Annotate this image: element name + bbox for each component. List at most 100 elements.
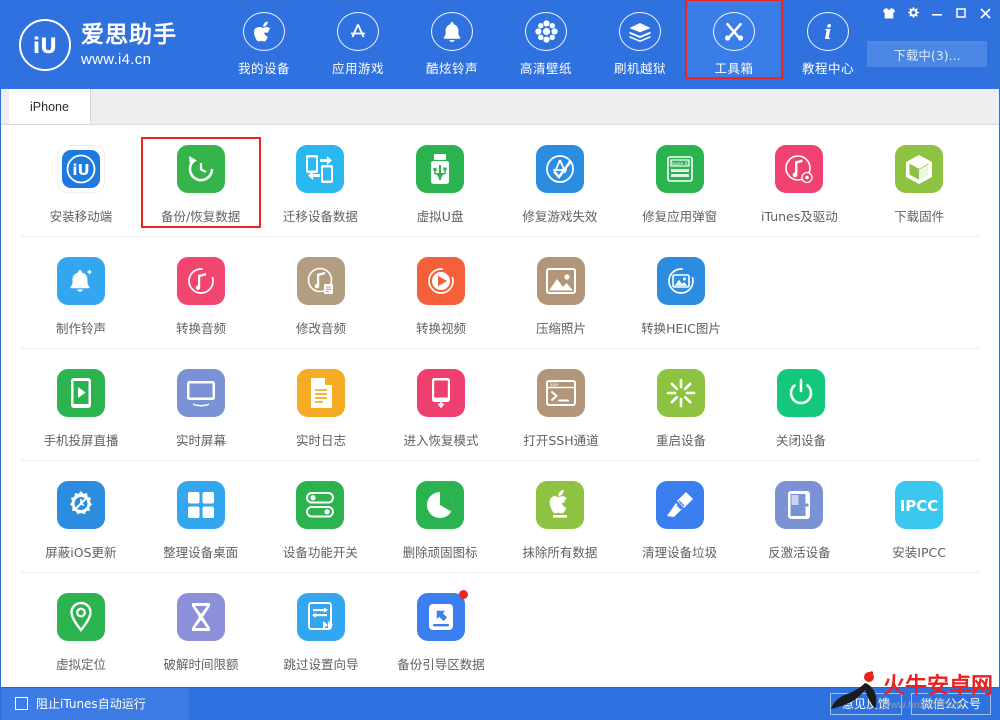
- app-logo[interactable]: iU 爱思助手 www.i4.cn: [19, 19, 177, 71]
- wrench-tools-icon: [713, 12, 755, 51]
- i4-app-icon: iU: [56, 145, 105, 193]
- tool-label: 转换音频: [175, 321, 226, 336]
- nav-item-flash-jailbreak[interactable]: 刷机越狱: [593, 1, 687, 77]
- tool-row: 屏蔽iOS更新 整理设备桌面 设备功能开关 删除顽固图标 抹除所有数据 清理设备…: [21, 461, 979, 573]
- tab-iphone[interactable]: iPhone: [9, 89, 91, 124]
- tool-make-ringtone[interactable]: 制作铃声: [21, 249, 141, 340]
- tool-virtual-location[interactable]: 虚拟定位: [21, 585, 141, 677]
- svg-text:iU: iU: [72, 161, 89, 179]
- tool-label: 抹除所有数据: [522, 545, 598, 560]
- skin-icon[interactable]: [877, 2, 901, 24]
- tool-convert-heic[interactable]: 转换HEIC图片: [621, 249, 741, 340]
- tool-realtime-screen[interactable]: 实时屏幕: [141, 361, 261, 452]
- close-icon[interactable]: [973, 2, 997, 24]
- deactivate-icon: [775, 481, 824, 529]
- tool-realtime-log[interactable]: 实时日志: [261, 361, 381, 452]
- heic-convert-icon: [657, 257, 705, 305]
- block-itunes-option[interactable]: 阻止iTunes自动运行: [1, 687, 189, 720]
- block-update-icon: [56, 481, 105, 529]
- ringtone-bell-icon: [57, 257, 105, 305]
- tool-edit-audio[interactable]: 修改音频: [261, 249, 381, 340]
- ipcc-icon: IPCC: [895, 481, 944, 529]
- tool-label: 重启设备: [655, 433, 706, 448]
- tool-screen-cast-live[interactable]: 手机投屏直播: [21, 361, 141, 452]
- apple-icon: [243, 12, 285, 51]
- toolbox-grid: iU 安装移动端 备份/恢复数据 迁移设备数据 虚拟U盘 修复游戏失效 Appl…: [1, 125, 999, 719]
- downloading-button[interactable]: 下载中(3)...: [867, 41, 987, 67]
- tool-install-ipcc[interactable]: IPCC 安装IPCC: [859, 473, 979, 564]
- tool-crack-time-limit[interactable]: 破解时间限额: [141, 585, 261, 677]
- status-bar: 阻止iTunes自动运行 意见反馈 微信公众号: [1, 687, 1000, 720]
- logo-text-block: 爱思助手 www.i4.cn: [81, 21, 177, 67]
- tool-label: 安装IPCC: [892, 545, 946, 560]
- ssh-terminal-icon: SSH: [537, 369, 585, 417]
- app-title: 爱思助手: [81, 21, 177, 48]
- tool-device-feature-switch[interactable]: 设备功能开关: [261, 473, 381, 564]
- tool-fix-game-failure[interactable]: 修复游戏失效: [500, 137, 620, 228]
- tool-convert-video[interactable]: 转换视频: [381, 249, 501, 340]
- tool-download-firmware[interactable]: 下载固件: [859, 137, 979, 228]
- tool-label: 屏蔽iOS更新: [45, 545, 117, 560]
- tool-backup-boot-partition[interactable]: 备份引导区数据: [381, 585, 501, 677]
- tool-enter-recovery-mode[interactable]: 进入恢复模式: [381, 361, 501, 452]
- tool-deactivate-device[interactable]: 反激活设备: [740, 473, 860, 564]
- skip-setup-icon: [297, 593, 345, 641]
- tool-open-ssh-tunnel[interactable]: SSH 打开SSH通道: [501, 361, 621, 452]
- block-itunes-checkbox[interactable]: [15, 697, 28, 710]
- appstore-check-icon: [535, 145, 584, 193]
- tool-row: 虚拟定位 破解时间限额 跳过设置向导 备份引导区数据: [21, 573, 979, 685]
- gear-icon[interactable]: [901, 2, 925, 24]
- nav-item-label: 工具箱: [714, 61, 754, 76]
- bell-icon: [431, 12, 473, 51]
- tool-itunes-and-drivers[interactable]: iTunes及驱动: [740, 137, 860, 228]
- tool-migrate-device-data[interactable]: 迁移设备数据: [261, 137, 381, 228]
- tool-label: 手机投屏直播: [43, 433, 119, 448]
- nav-item-tutorials[interactable]: i 教程中心: [781, 1, 875, 77]
- svg-text:Apple ID: Apple ID: [670, 161, 690, 167]
- block-itunes-label: 阻止iTunes自动运行: [36, 697, 146, 711]
- remove-icon-icon: [416, 481, 465, 529]
- feedback-button[interactable]: 意见反馈: [829, 692, 902, 715]
- tool-row: iU 安装移动端 备份/恢复数据 迁移设备数据 虚拟U盘 修复游戏失效 Appl…: [21, 125, 979, 237]
- log-document-icon: [297, 369, 345, 417]
- tool-erase-all-data[interactable]: 抹除所有数据: [500, 473, 620, 564]
- tool-block-ios-update[interactable]: 屏蔽iOS更新: [21, 473, 141, 564]
- restart-icon: [657, 369, 705, 417]
- tool-label: 关闭设备: [775, 433, 826, 448]
- tool-restart-device[interactable]: 重启设备: [621, 361, 741, 452]
- nav-item-my-device[interactable]: 我的设备: [217, 1, 311, 77]
- tool-remove-stubborn-icon[interactable]: 删除顽固图标: [380, 473, 500, 564]
- nav-item-label: 刷机越狱: [613, 61, 666, 76]
- tool-backup-restore-data[interactable]: 备份/恢复数据: [140, 137, 261, 228]
- nav-item-toolbox[interactable]: 工具箱: [685, 0, 783, 79]
- tool-arrange-device-desktop[interactable]: 整理设备桌面: [141, 473, 261, 564]
- tool-skip-setup-wizard[interactable]: 跳过设置向导: [261, 585, 381, 677]
- tool-label: 转换HEIC图片: [641, 321, 721, 336]
- tool-label: 制作铃声: [55, 321, 106, 336]
- nav-item-apps-games[interactable]: 应用游戏: [311, 1, 405, 77]
- hourglass-icon: [177, 593, 225, 641]
- tool-label: 清理设备垃圾: [642, 545, 718, 560]
- tool-virtual-usb-drive[interactable]: 虚拟U盘: [380, 137, 500, 228]
- tool-label: 反激活设备: [768, 545, 831, 560]
- tool-compress-photo[interactable]: 压缩照片: [501, 249, 621, 340]
- nav-item-label: 应用游戏: [331, 61, 384, 76]
- nav-item-ringtones[interactable]: 酷炫铃声: [405, 1, 499, 77]
- tool-label: 迁移设备数据: [282, 209, 358, 224]
- tool-label: 破解时间限额: [163, 657, 239, 672]
- tool-install-mobile-client[interactable]: iU 安装移动端: [21, 137, 141, 228]
- tool-convert-audio[interactable]: 转换音频: [141, 249, 261, 340]
- tool-shutdown-device[interactable]: 关闭设备: [741, 361, 861, 452]
- recovery-mode-icon: [417, 369, 465, 417]
- maximize-icon[interactable]: [949, 2, 973, 24]
- tool-fix-app-popup[interactable]: Apple ID 修复应用弹窗: [620, 137, 740, 228]
- feature-toggle-icon: [296, 481, 345, 529]
- notification-badge: [459, 590, 468, 599]
- tool-label: 安装移动端: [49, 209, 113, 224]
- tool-label: 转换视频: [415, 321, 466, 336]
- wechat-button[interactable]: 微信公众号: [910, 692, 991, 715]
- nav-item-wallpapers[interactable]: 高清壁纸: [499, 1, 593, 77]
- minimize-icon[interactable]: [925, 2, 949, 24]
- audio-edit-icon: [297, 257, 345, 305]
- tool-clean-device-junk[interactable]: 清理设备垃圾: [620, 473, 740, 564]
